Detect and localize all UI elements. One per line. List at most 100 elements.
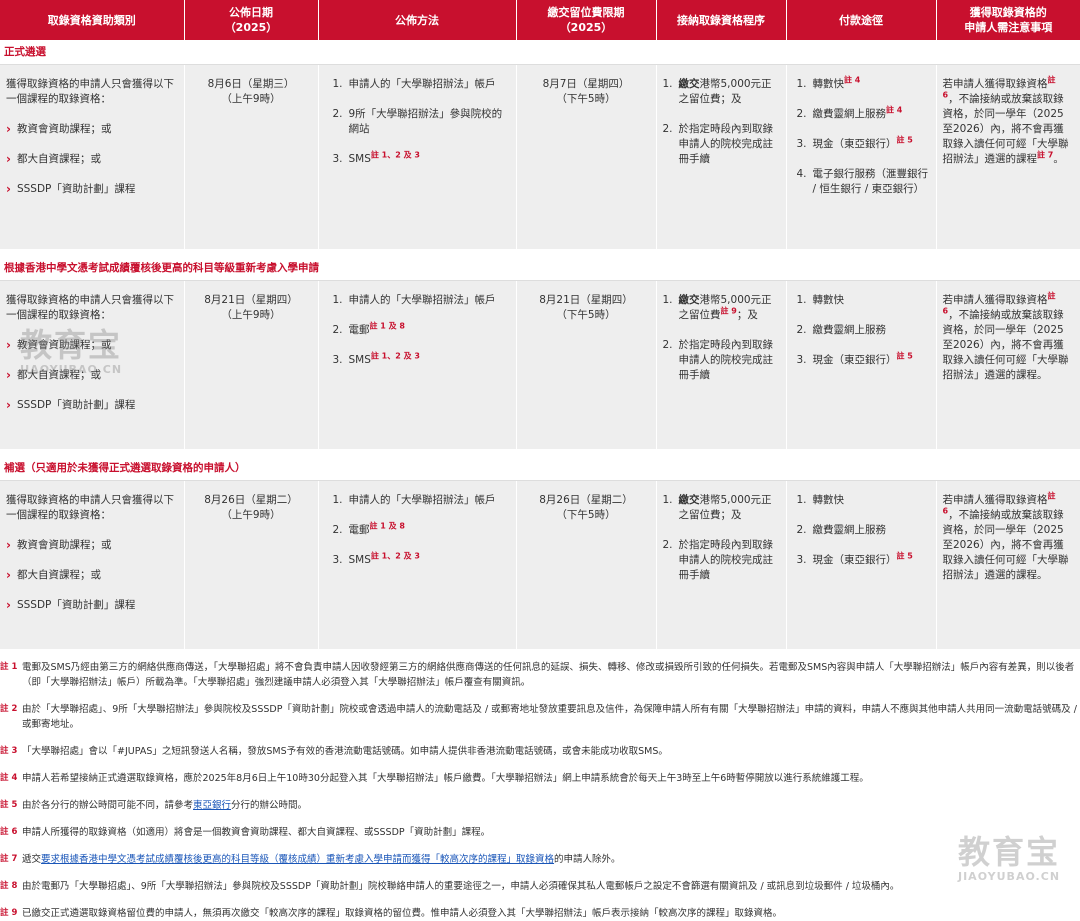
chevron-right-icon: › [6,182,11,196]
footnote-label: 註 7 [0,854,18,864]
footnote: 註 5 由於各分行的辦公時間可能不同，請參考東亞銀行分行的辦公時間。 [0,798,1080,813]
accept-step: 2. 於指定時段內到取錄申請人的院校完成註冊手續 [662,339,774,381]
eligibility-intro: 獲得取錄資格的申請人只會獲得以下一個課程的取錄資格： [6,494,174,521]
notice-text: 若申請人獲得取錄資格 [942,78,1048,90]
announce-method-item: 3. SMS註 1、2 及 3 [332,351,420,366]
announce-date: 8月26日（星期二） [204,494,298,506]
announce-date-cell: 8月26日（星期二） （上午9時） [184,480,319,649]
announce-method-text: 申請人的「大學聯招辦法」帳戶 [348,494,496,506]
footnote-ref: 註 1、2 及 3 [370,150,420,160]
eligibility-item: › 教資會資助課程；或 [6,338,178,353]
footnote: 註 6 申請人所獲得的取錄資格（如適用）將會是一個教資會資助課程、都大自資課程、或… [0,825,1080,840]
header-deadline: 繳交留位費限期 （2025） [516,0,657,40]
accept-procedure-cell: 1. 繳交港幣5,000元正之留位費；及 2. 於指定時段內到取錄申請人的院校完成註冊… [656,480,787,649]
footnote: 註 9 已繳交正式遴選取錄資格留位費的申請人，無須再次繳交「較高次序的課程」取錄資… [0,906,1080,921]
accept-step: 1. 繳交港幣5,000元正之留位費；及 [662,494,772,521]
section-title: 根據香港中學文憑考試成績覆核後更高的科目等級重新考慮入學申請 [0,256,1080,281]
announce-method-item: 1. 申請人的「大學聯招辦法」帳戶 [332,78,496,90]
announce-method-item: 2. 9所「大學聯招辦法」參與院校的網站 [332,108,503,135]
announce-method-cell: 1. 申請人的「大學聯招辦法」帳戶 2. 電郵註 1 及 8 3. SMS註 1、2 及 … [318,480,517,649]
payment-text: 繳費靈網上服務 [812,524,887,536]
footnote: 註 3 「大學聯招處」會以「#JUPAS」之短訊發送人名稱，發放SMS予有效的香港… [0,744,1080,759]
payment-cell: 1. 轉數快 2. 繳費靈網上服務 3. 現金（東亞銀行）註 5 [786,480,937,649]
footnote-ref: 註 1 及 8 [369,321,406,331]
chevron-right-icon: › [6,368,11,382]
chevron-right-icon: › [6,538,11,552]
eligibility-cell: 獲得取錄資格的申請人只會獲得以下一個課程的取錄資格： › 教資會資助課程；或 › 都大自… [0,64,185,249]
footnote-label: 註 1 [0,662,18,672]
section-title-row: 根據香港中學文憑考試成績覆核後更高的科目等級重新考慮入學申請 [0,256,1080,281]
eligibility-item: › 教資會資助課程；或 [6,538,178,553]
eligibility-item-label: 教資會資助課程；或 [16,539,112,551]
eligibility-item-label: 教資會資助課程；或 [16,123,112,135]
payment-item: 2. 繳費靈網上服務 [796,524,887,536]
deadline-date: 8月7日（星期四） [542,78,630,90]
announce-method-text: 9所「大學聯招辦法」參與院校的網站 [348,108,503,135]
eligibility-cell: 獲得取錄資格的申請人只會獲得以下一個課程的取錄資格： › 教資會資助課程；或 › 都大自… [0,280,185,449]
section-title: 補選（只適用於未獲得正式遴選取錄資格的申請人） [0,456,1080,481]
notice-text: ，不論接納或放棄該取錄資格，於同一學年（2025至2026）內，將不會再獲取錄入… [942,509,1069,581]
header-accept-procedure: 接納取錄資格程序 [656,0,787,40]
announce-method-cell: 1. 申請人的「大學聯招辦法」帳戶 2. 9所「大學聯招辦法」參與院校的網站 3. SMS… [318,64,517,249]
payment-text: 轉數快 [812,78,845,90]
payment-item: 1. 轉數快 [796,494,845,506]
deadline-time: （下午5時） [556,93,616,105]
footnote: 註 8 由於電郵乃「大學聯招處」、9所「大學聯招辦法」參與院校及SSSDP「資助計… [0,879,1080,894]
chevron-right-icon: › [6,398,11,412]
footnote-ref: 註 1 及 8 [369,521,406,531]
footnote-text: 遞交 [22,854,42,865]
announce-method-item: 2. 電郵註 1 及 8 [332,321,406,336]
footnote-text: 「大學聯招處」會以「#JUPAS」之短訊發送人名稱，發放SMS予有效的香港流動電… [22,746,668,757]
notice-text: 若申請人獲得取錄資格 [942,294,1048,306]
section-row: 獲得取錄資格的申請人只會獲得以下一個課程的取錄資格： › 教資會資助課程；或 › 都大自… [0,280,1080,449]
accept-procedure-cell: 1. 繳交港幣5,000元正之留位費；及 2. 於指定時段內到取錄申請人的院校完成註冊… [656,64,787,249]
footnote-label: 註 5 [0,800,18,810]
announce-date: 8月6日（星期三） [207,78,295,90]
chevron-right-icon: › [6,598,11,612]
payment-text: 電子銀行服務（滙豐銀行 / 恒生銀行 / 東亞銀行） [812,168,929,195]
footnote-link[interactable]: 東亞銀行 [193,800,231,811]
footnote-ref: 註 4 [886,105,903,115]
notice-text: ，不論接納或放棄該取錄資格，於同一學年（2025至2026）內，將不會再獲取錄入… [942,309,1069,381]
accept-step-text: 於指定時段內到取錄申請人的院校完成註冊手續 [678,539,774,581]
payment-item: 3. 現金（東亞銀行）註 5 [796,351,913,366]
payment-text: 現金（東亞銀行） [812,138,897,150]
header-announce-method: 公佈方法 [318,0,517,40]
eligibility-item-label: 都大自資課程；或 [16,153,101,165]
announce-method-item: 1. 申請人的「大學聯招辦法」帳戶 [332,494,496,506]
accept-step: 2. 於指定時段內到取錄申請人的院校完成註冊手續 [662,539,774,581]
announce-method-text: SMS [348,554,371,566]
accept-step-keyword: 繳交 [678,294,700,306]
footnote-link[interactable]: 要求根據香港中學文憑考試成績覆核後更高的科目等級（覆核成績）重新考慮入學申請而獲… [41,854,554,865]
announce-method-text: SMS [348,354,371,366]
accept-step-text: 於指定時段內到取錄申請人的院校完成註冊手續 [678,339,774,381]
accept-step: 2. 於指定時段內到取錄申請人的院校完成註冊手續 [662,123,774,165]
eligibility-item: › 都大自資課程；或 [6,368,178,383]
announce-method-text: 申請人的「大學聯招辦法」帳戶 [348,294,496,306]
section-title-row: 補選（只適用於未獲得正式遴選取錄資格的申請人） [0,456,1080,481]
footnote-label: 註 9 [0,908,18,918]
footnote-text: 電郵及SMS乃經由第三方的網絡供應商傳送，「大學聯招處」將不會負責申請人因收發經… [22,662,1075,688]
payment-text: 轉數快 [812,294,845,306]
footnote-label: 註 6 [0,827,18,837]
eligibility-item: › 都大自資課程；或 [6,568,178,583]
eligibility-item-label: SSSDP「資助計劃」課程 [16,599,136,611]
notice-cell: 若申請人獲得取錄資格註 6，不論接納或放棄該取錄資格，於同一學年（2025至20… [936,480,1080,649]
deadline-time: （下午5時） [556,509,616,521]
eligibility-item-label: 都大自資課程；或 [16,569,101,581]
footnote: 註 4 申請人若希望接納正式遴選取錄資格，應於2025年8月6日上午10時30分起… [0,771,1080,786]
announce-method-text: 申請人的「大學聯招辦法」帳戶 [348,78,496,90]
announce-method-item: 3. SMS註 1、2 及 3 [332,150,420,165]
announce-method-item: 1. 申請人的「大學聯招辦法」帳戶 [332,294,496,306]
accept-step-text: 於指定時段內到取錄申請人的院校完成註冊手續 [678,123,774,165]
footnote-ref: 註 1、2 及 3 [370,351,420,361]
section-title-row: 正式遴選 [0,40,1080,65]
deadline-cell: 8月26日（星期二） （下午5時） [516,480,657,649]
footnote-text: 已繳交正式遴選取錄資格留位費的申請人，無須再次繳交「較高次序的課程」取錄資格的留… [22,908,783,919]
footnote-text: 申請人所獲得的取錄資格（如適用）將會是一個教資會資助課程、都大自資課程、或SSS… [22,827,491,838]
footnote: 註 2 由於「大學聯招處」、9所「大學聯招辦法」參與院校及SSSDP「資助計劃」院… [0,702,1080,732]
accept-step-suffix: ；及 [736,309,758,321]
payment-item: 3. 現金（東亞銀行）註 5 [796,135,913,150]
payment-text: 繳費靈網上服務 [812,108,887,120]
footnote-ref: 註 4 [844,75,861,85]
